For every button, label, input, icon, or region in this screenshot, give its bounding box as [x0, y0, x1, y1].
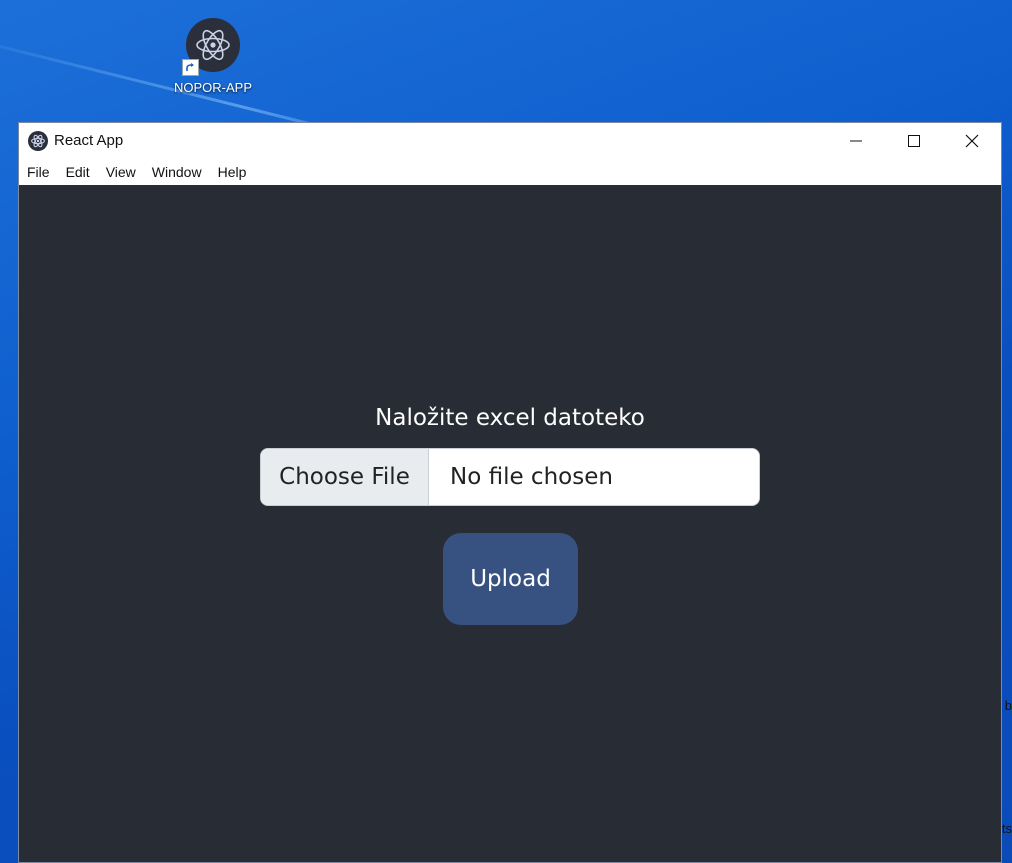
app-content: Naložite excel datoteko Choose File No f…	[19, 185, 1001, 862]
menu-view[interactable]: View	[106, 164, 136, 180]
desktop-edge-text: b	[1004, 698, 1012, 713]
minimize-icon	[850, 140, 862, 142]
file-input[interactable]: Choose File No file chosen	[260, 448, 760, 506]
menu-bar: File Edit View Window Help	[19, 159, 1001, 185]
electron-atom-icon	[28, 131, 48, 151]
close-icon	[965, 134, 979, 148]
shortcut-arrow-icon	[182, 59, 199, 76]
upload-button[interactable]: Upload	[443, 533, 578, 625]
maximize-icon	[908, 135, 920, 147]
window-title: React App	[54, 132, 124, 149]
app-window: React App File Edit View Window Help Nal…	[18, 122, 1002, 863]
file-status-text: No file chosen	[450, 464, 613, 490]
menu-file[interactable]: File	[27, 164, 50, 180]
desktop-shortcut-nopor-app[interactable]: NOPOR-APP	[168, 18, 258, 95]
maximize-button[interactable]	[885, 123, 943, 159]
menu-edit[interactable]: Edit	[66, 164, 90, 180]
choose-file-button[interactable]: Choose File	[261, 449, 429, 505]
menu-window[interactable]: Window	[152, 164, 202, 180]
desktop-icon-label: NOPOR-APP	[173, 80, 252, 95]
title-bar[interactable]: React App	[19, 123, 1001, 159]
desktop-edge-text: ts	[1001, 821, 1012, 836]
minimize-button[interactable]	[827, 123, 885, 159]
menu-help[interactable]: Help	[218, 164, 247, 180]
page-heading: Naložite excel datoteko	[375, 405, 645, 431]
close-button[interactable]	[943, 123, 1001, 159]
electron-atom-icon	[182, 18, 240, 76]
